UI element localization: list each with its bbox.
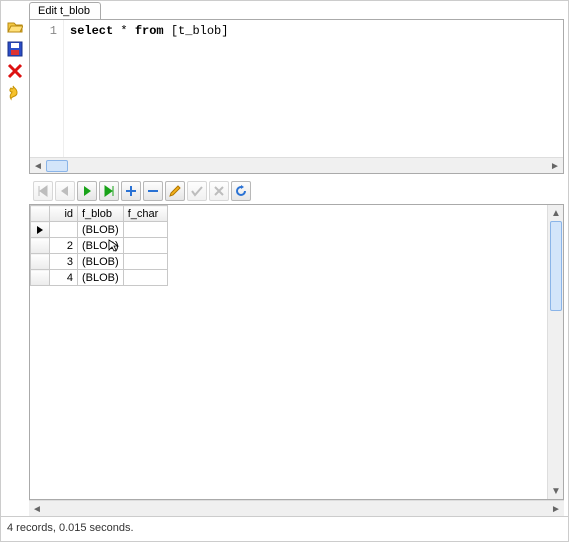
cell-fblob[interactable]: (BLOB) <box>78 270 124 286</box>
nav-edit-button[interactable] <box>165 181 185 201</box>
table-row[interactable]: 4 (BLOB) <box>31 270 168 286</box>
sql-token: [t_blob] <box>171 24 229 38</box>
cell-fblob[interactable]: (BLOB) <box>78 254 124 270</box>
grid-nav-toolbar <box>29 180 564 202</box>
cell-fchar[interactable] <box>123 222 167 238</box>
scroll-right-icon[interactable]: ► <box>547 158 563 174</box>
sql-editor: 1 select * from [t_blob] ◄ ► <box>29 19 564 174</box>
delete-icon[interactable] <box>7 63 23 79</box>
cell-id[interactable]: 3 <box>50 254 78 270</box>
tab-edit-tblob[interactable]: Edit t_blob <box>29 2 101 19</box>
row-indicator-icon <box>31 222 50 238</box>
column-header-fchar[interactable]: f_char <box>123 206 167 222</box>
sql-gutter: 1 <box>30 20 64 157</box>
nav-next-button[interactable] <box>77 181 97 201</box>
nav-cancel-button[interactable] <box>209 181 229 201</box>
sql-keyword: select <box>70 24 113 38</box>
tab-bar: Edit t_blob <box>29 1 564 19</box>
cell-fchar[interactable] <box>123 238 167 254</box>
grid-vscrollbar[interactable]: ▲ ▼ <box>547 205 563 499</box>
table-row[interactable]: 3 (BLOB) <box>31 254 168 270</box>
open-icon[interactable] <box>7 19 23 35</box>
sql-text[interactable]: select * from [t_blob] <box>64 20 563 157</box>
scroll-right-icon[interactable]: ► <box>548 501 564 517</box>
column-header-fblob[interactable]: f_blob <box>78 206 124 222</box>
nav-add-button[interactable] <box>121 181 141 201</box>
cell-fblob[interactable]: (BLOB) <box>78 222 124 238</box>
data-grid: id f_blob f_char 1 (BLOB) <box>29 204 564 500</box>
cell-fchar[interactable] <box>123 254 167 270</box>
nav-last-button[interactable] <box>99 181 119 201</box>
status-text: 4 records, 0.015 seconds. <box>7 522 134 534</box>
scroll-up-icon[interactable]: ▲ <box>548 205 564 221</box>
cell-fblob[interactable]: (BLOB) <box>78 238 124 254</box>
nav-first-button[interactable] <box>33 181 53 201</box>
scroll-thumb[interactable] <box>46 160 68 172</box>
sql-hscrollbar[interactable]: ◄ ► <box>30 157 563 173</box>
table-row[interactable]: 1 (BLOB) <box>31 222 168 238</box>
sql-keyword: from <box>135 24 164 38</box>
left-toolbar <box>1 1 29 516</box>
scroll-left-icon[interactable]: ◄ <box>30 158 46 174</box>
column-header-id[interactable]: id <box>50 206 78 222</box>
table-row[interactable]: 2 (BLOB) <box>31 238 168 254</box>
nav-post-button[interactable] <box>187 181 207 201</box>
status-bar: 4 records, 0.015 seconds. <box>1 516 568 538</box>
scroll-thumb[interactable] <box>550 221 562 311</box>
nav-prev-button[interactable] <box>55 181 75 201</box>
grid-hscrollbar[interactable]: ◄ ► <box>29 500 564 516</box>
save-icon[interactable] <box>7 41 23 57</box>
row-indicator <box>31 270 50 286</box>
nav-delete-button[interactable] <box>143 181 163 201</box>
cell-fchar[interactable] <box>123 270 167 286</box>
cell-id[interactable]: 1 <box>50 222 78 238</box>
scroll-left-icon[interactable]: ◄ <box>29 501 45 517</box>
row-indicator <box>31 238 50 254</box>
nav-refresh-button[interactable] <box>231 181 251 201</box>
execute-icon[interactable] <box>7 85 23 101</box>
scroll-down-icon[interactable]: ▼ <box>548 483 564 499</box>
sql-token: * <box>113 24 135 38</box>
cell-id[interactable]: 2 <box>50 238 78 254</box>
cell-id[interactable]: 4 <box>50 270 78 286</box>
row-indicator <box>31 254 50 270</box>
row-indicator-header <box>31 206 50 222</box>
